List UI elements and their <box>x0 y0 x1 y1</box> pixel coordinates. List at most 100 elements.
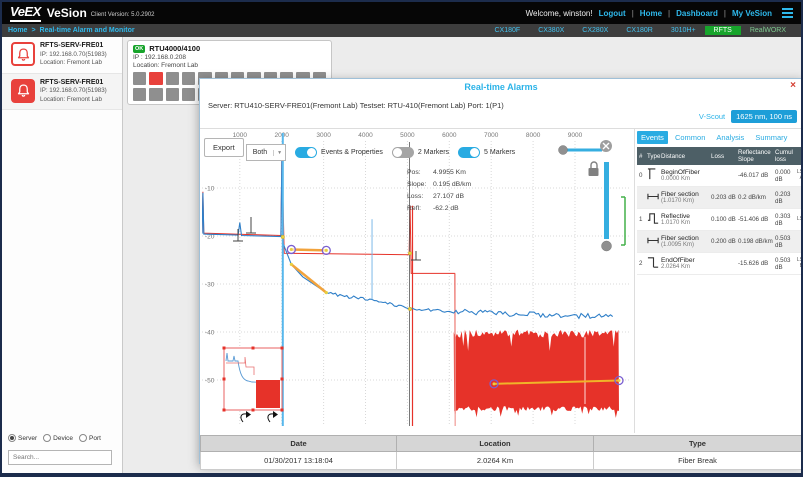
radio-label: Port <box>89 435 101 442</box>
event-row[interactable]: 1Reflective1.0170 Km0.100 dB-51.406 dB0.… <box>637 209 802 231</box>
noise-blob <box>454 330 619 418</box>
top-link-my-vesion[interactable]: My VeSion <box>732 9 772 18</box>
marker-yellow-dot <box>290 248 293 251</box>
event-row[interactable]: Fiber section(1.0095 Km)0.200 dB0.198 dB… <box>637 231 802 253</box>
otdr-chart[interactable]: 100020003000400050006000700080009000-10-… <box>202 129 634 433</box>
breadcrumb-home[interactable]: Home <box>8 27 27 34</box>
event-cumul-loss: 0.000 dB <box>775 169 795 183</box>
events-col-header: # <box>639 153 647 160</box>
event-begin-of-fiber-icon <box>647 167 661 184</box>
lock-icon <box>589 168 599 176</box>
port-cell[interactable] <box>133 72 146 85</box>
alarm-bell-icon <box>11 42 35 66</box>
event-row[interactable]: 2EndOfFiber2.0264 Km-15.626 dB0.503 dBLS… <box>637 253 802 275</box>
h-slider-handle[interactable] <box>559 146 568 155</box>
events-table-header: #TypeDistanceLossReflectanceSlopeCumul l… <box>637 147 802 165</box>
trace-select[interactable]: Both ▼ <box>246 144 286 161</box>
export-button[interactable]: Export <box>204 138 244 157</box>
alarm-list-item[interactable]: RFTS-SERV-FRE01IP: 192.168.0.70(51983)Lo… <box>2 37 122 74</box>
event-fiber-section-icon <box>647 189 661 206</box>
port-cell[interactable] <box>182 72 195 85</box>
event-name-cell: Fiber section(1.0170 Km) <box>661 191 711 204</box>
tab-events[interactable]: Events <box>637 131 668 144</box>
port-cell[interactable] <box>166 72 179 85</box>
radio-device[interactable]: Device <box>43 434 73 442</box>
marker-orange-segment <box>291 249 326 250</box>
toggle-5-markers[interactable] <box>458 147 480 158</box>
nav-item-cx380x[interactable]: CX380X <box>529 26 573 35</box>
readout-line: Pos:4.9955 Km <box>407 167 471 179</box>
alarm-summary-table: DateLocationType 01/30/2017 13:18:042.02… <box>200 435 802 470</box>
breadcrumb: Home > Real-time Alarm and Monitor <box>8 27 135 34</box>
readout-value: -62.2 dB <box>433 203 459 215</box>
event-row[interactable]: 0BeginOfFiber0.0000 Km-46.017 dB0.000 dB… <box>637 165 802 187</box>
range-bracket <box>621 197 625 245</box>
readout-label: Refl: <box>407 203 433 215</box>
pulse-badge: 1625 nm, 100 ns <box>731 110 797 123</box>
chart-controls: Export Both ▼ Events & Properties2 Marke… <box>204 138 515 161</box>
event-badge: LSB <box>795 258 803 269</box>
search-input[interactable] <box>8 450 112 465</box>
port-cell[interactable] <box>149 88 162 101</box>
minimap-handle <box>281 378 284 381</box>
event-num: 2 <box>639 260 647 267</box>
event-distance: 0.0000 Km <box>661 176 711 182</box>
nav-item-rfts[interactable]: RFTS <box>705 26 741 35</box>
event-row[interactable]: Fiber section(1.0170 Km)0.203 dB0.2 dB/k… <box>637 187 802 209</box>
events-table: #TypeDistanceLossReflectanceSlopeCumul l… <box>637 147 802 275</box>
events-col-header: ReflectanceSlope <box>738 149 775 163</box>
summary-value-row: 01/30/2017 13:18:042.0264 KmFiber Break <box>200 452 802 470</box>
nav-item-cx280x[interactable]: CX280X <box>573 26 617 35</box>
radio-port[interactable]: Port <box>79 434 101 442</box>
vesion-logo: VeSion <box>47 6 87 20</box>
radio-dot <box>8 434 16 442</box>
y-tick-label: -40 <box>205 330 215 337</box>
top-link-logout[interactable]: Logout <box>599 9 626 18</box>
toggle-events-properties[interactable] <box>295 147 317 158</box>
breadcrumb-chevron-icon: > <box>31 27 35 34</box>
top-link-home[interactable]: Home <box>640 9 662 18</box>
marker-yellow-dot <box>325 291 328 294</box>
divider: | <box>724 9 726 18</box>
radio-server[interactable]: Server <box>8 434 37 442</box>
marker-yellow-dot <box>325 249 328 252</box>
port-cell[interactable] <box>166 88 179 101</box>
radio-label: Server <box>18 435 37 442</box>
toggle-2-markers[interactable] <box>392 147 414 158</box>
nav-bar: Home > Real-time Alarm and Monitor CX180… <box>2 24 801 37</box>
readout-line: Loss:27.107 dB <box>407 191 471 203</box>
device-location: Location: Fremont Lab <box>133 62 326 69</box>
event-loss: 0.200 dB <box>711 238 738 245</box>
chevron-down-icon: ▼ <box>273 150 285 156</box>
menu-icon[interactable] <box>782 8 793 18</box>
events-table-body: 0BeginOfFiber0.0000 Km-46.017 dB0.000 dB… <box>637 165 802 275</box>
tab-summary[interactable]: Summary <box>751 131 791 144</box>
summary-header-type: Type <box>593 435 802 452</box>
nav-item-cx180f[interactable]: CX180F <box>486 26 530 35</box>
marker-yellow-dot <box>290 263 293 266</box>
port-cell[interactable] <box>182 88 195 101</box>
vscout-link[interactable]: V-Scout <box>699 112 725 121</box>
event-name-cell: BeginOfFiber0.0000 Km <box>661 169 711 182</box>
alarm-location: Location: Fremont Lab <box>40 96 107 105</box>
nav-item-cx180r[interactable]: CX180R <box>617 26 661 35</box>
port-cell-alarm[interactable] <box>149 72 162 85</box>
top-bar: VeEX VeSion Client Version: 5.0.2902 Wel… <box>2 2 801 24</box>
tab-common[interactable]: Common <box>671 131 709 144</box>
minimap-handle <box>223 378 226 381</box>
v-slider-handle[interactable] <box>602 241 612 251</box>
nav-item-3010h+[interactable]: 3010H+ <box>662 26 705 35</box>
breadcrumb-current: Real-time Alarm and Monitor <box>40 27 135 34</box>
nav-item-realworx[interactable]: RealWORX <box>741 26 795 35</box>
y-tick-label: -50 <box>205 378 215 385</box>
top-links: Logout|Home|Dashboard|My VeSion <box>599 9 772 18</box>
close-icon[interactable]: × <box>790 80 796 91</box>
event-loss: 0.100 dB <box>711 216 738 223</box>
alarm-name: RFTS-SERV-FRE01 <box>40 42 107 51</box>
port-cell[interactable] <box>133 88 146 101</box>
welcome-text: Welcome, winston! <box>526 9 593 18</box>
alarm-list-item[interactable]: RFTS-SERV-FRE01IP: 192.168.0.70(51983)Lo… <box>2 74 122 111</box>
top-link-dashboard[interactable]: Dashboard <box>676 9 718 18</box>
minimap-handle <box>281 409 284 412</box>
tab-analysis[interactable]: Analysis <box>712 131 748 144</box>
